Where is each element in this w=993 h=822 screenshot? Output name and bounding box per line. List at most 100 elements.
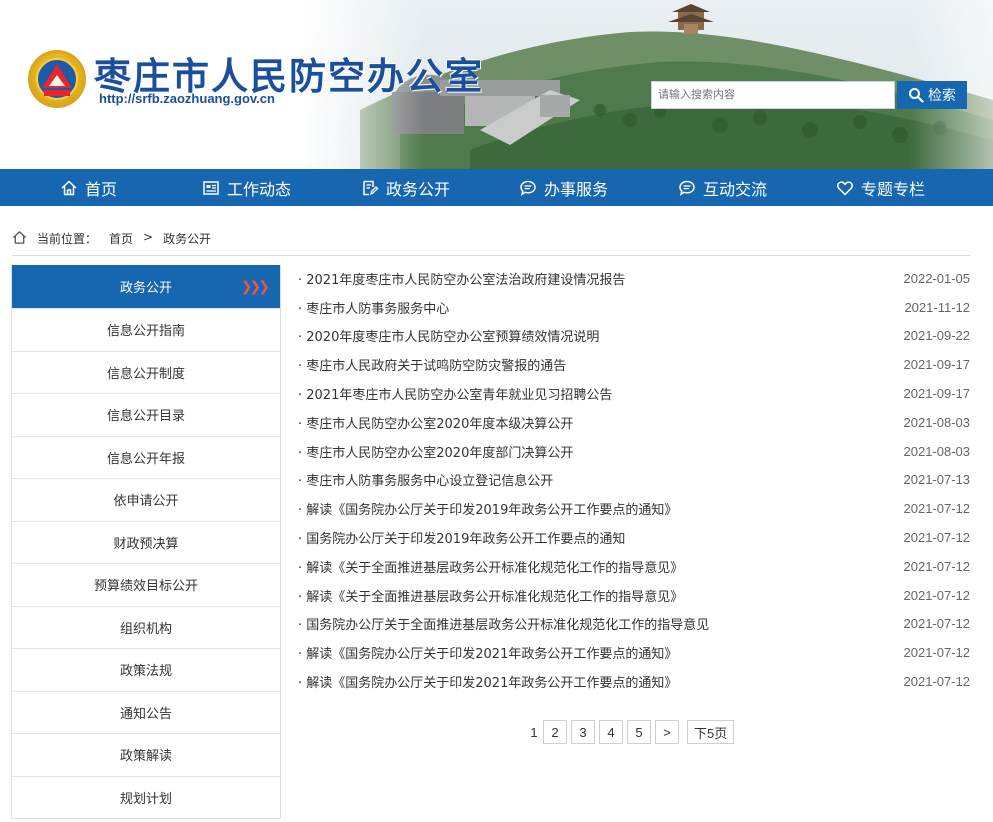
article-title-link[interactable]: · 国务院办公厅关于印发2019年政务公开工作要点的通知 [298, 528, 625, 547]
pagination-page-link[interactable]: 3 [571, 720, 595, 744]
article-row[interactable]: · 解读《国务院办公厅关于印发2021年政务公开工作要点的通知》 2021-07-… [298, 667, 970, 696]
article-row[interactable]: · 枣庄市人民政府关于试鸣防空防灾警报的通告 2021-09-17 [298, 350, 970, 379]
article-title-link[interactable]: · 解读《关于全面推进基层政务公开标准化规范化工作的指导意见》 [298, 586, 683, 605]
article-date: 2021-07-12 [903, 501, 971, 517]
newspaper-icon [203, 180, 219, 195]
article-title-link[interactable]: · 解读《关于全面推进基层政务公开标准化规范化工作的指导意见》 [298, 557, 683, 576]
sidebar: 政务公开 ❯❯❯ 信息公开指南 信息公开制度 信息公开目录 信息公开年报 依申请公开 财政… [11, 265, 281, 819]
article-date: 2021-07-12 [903, 674, 971, 690]
article-row[interactable]: · 国务院办公厅关于全面推进基层政务公开标准化规范化工作的指导意见 2021-07… [298, 610, 970, 639]
sidebar-active-label: 政务公开 [119, 281, 172, 296]
article-date: 2021-07-13 [903, 472, 971, 488]
article-date: 2021-07-12 [903, 587, 971, 603]
nav-item-interaction[interactable]: 互动交流 [678, 169, 767, 206]
header-banner: 枣庄市人民防空办公室 http://srfb.zaozhuang.gov.cn … [0, 0, 993, 169]
sidebar-item[interactable]: 依申请公开 [12, 478, 280, 521]
pagination-page-link[interactable]: 2 [543, 720, 567, 744]
pagination-next-5-button[interactable]: 下5页 [687, 720, 735, 744]
article-title-link[interactable]: · 解读《国务院办公厅关于印发2019年政务公开工作要点的通知》 [298, 499, 677, 518]
sidebar-item[interactable]: 政策解读 [12, 733, 280, 776]
article-row[interactable]: · 2020年度枣庄市人民防空办公室预算绩效情况说明 2021-09-22 [298, 322, 970, 351]
breadcrumb-separator: > [143, 230, 154, 244]
article-row[interactable]: · 解读《国务院办公厅关于印发2019年政务公开工作要点的通知》 2021-07-… [298, 494, 970, 523]
article-title-link[interactable]: · 枣庄市人防事务服务中心 [298, 298, 449, 317]
nav-item-government-affairs[interactable]: 政务公开 [361, 169, 450, 206]
article-date: 2021-07-12 [903, 616, 971, 632]
chat-bubble-icon [520, 180, 536, 196]
article-title-link[interactable]: · 枣庄市人民防空办公室2020年度本级决算公开 [298, 413, 573, 432]
search-button-label: 检索 [928, 88, 956, 104]
chat-bubble-icon [679, 180, 695, 196]
article-title-link[interactable]: · 解读《国务院办公厅关于印发2021年政务公开工作要点的通知》 [298, 643, 677, 662]
site-url: http://srfb.zaozhuang.gov.cn [99, 91, 275, 106]
pagination-page-link[interactable]: 4 [599, 720, 623, 744]
article-list: · 2021年度枣庄市人民防空办公室法治政府建设情况报告 2022-01-05 · … [298, 264, 970, 696]
pagination: 1 2 3 4 5 > 下5页 [529, 720, 735, 744]
search-button[interactable]: 检索 [897, 81, 967, 109]
nav-item-label: 专题专栏 [861, 179, 926, 199]
sidebar-item[interactable]: 信息公开年报 [12, 435, 280, 478]
search-input[interactable] [651, 81, 895, 109]
sidebar-item[interactable]: 信息公开制度 [12, 350, 280, 393]
home-icon [12, 231, 27, 244]
breadcrumb-prefix: 当前位置： [37, 232, 98, 246]
article-row[interactable]: · 2021年度枣庄市人民防空办公室法治政府建设情况报告 2022-01-05 [298, 264, 970, 293]
article-row[interactable]: · 2021年枣庄市人民防空办公室青年就业见习招聘公告 2021-09-17 [298, 379, 970, 408]
civil-air-defense-emblem-logo [28, 50, 86, 108]
pagination-current-page: 1 [530, 724, 538, 740]
article-row[interactable]: · 解读《国务院办公厅关于印发2021年政务公开工作要点的通知》 2021-07-… [298, 638, 970, 667]
sidebar-item[interactable]: 信息公开指南 [12, 308, 280, 351]
article-row[interactable]: · 解读《关于全面推进基层政务公开标准化规范化工作的指导意见》 2021-07-1… [298, 552, 970, 581]
sidebar-item[interactable]: 组织机构 [12, 605, 280, 648]
sidebar-item[interactable]: 规划计划 [12, 775, 280, 818]
article-title-link[interactable]: · 2021年度枣庄市人民防空办公室法治政府建设情况报告 [298, 269, 625, 288]
article-title-link[interactable]: · 枣庄市人防事务服务中心设立登记信息公开 [298, 470, 553, 489]
nav-item-services[interactable]: 办事服务 [519, 169, 608, 206]
article-row[interactable]: · 国务院办公厅关于印发2019年政务公开工作要点的通知 2021-07-12 [298, 523, 970, 552]
document-edit-icon [363, 180, 379, 195]
article-date: 2021-09-17 [903, 357, 971, 373]
article-row[interactable]: · 枣庄市人防事务服务中心 2021-11-12 [298, 293, 970, 322]
breadcrumb-current: 政务公开 [163, 232, 212, 246]
article-date: 2021-08-03 [903, 443, 971, 459]
breadcrumb: 当前位置： 首页 > 政务公开 [12, 228, 970, 256]
article-row[interactable]: · 枣庄市人民防空办公室2020年度部门决算公开 2021-08-03 [298, 437, 970, 466]
home-icon [61, 180, 77, 195]
article-row[interactable]: · 枣庄市人防事务服务中心设立登记信息公开 2021-07-13 [298, 466, 970, 495]
article-title-link[interactable]: · 枣庄市人民政府关于试鸣防空防灾警报的通告 [298, 355, 566, 374]
article-date: 2021-11-12 [904, 299, 970, 315]
article-row[interactable]: · 解读《关于全面推进基层政务公开标准化规范化工作的指导意见》 2021-07-1… [298, 581, 970, 610]
sidebar-item[interactable]: 预算绩效目标公开 [12, 563, 280, 606]
nav-item-label: 办事服务 [544, 179, 609, 199]
article-title-link[interactable]: · 解读《国务院办公厅关于印发2021年政务公开工作要点的通知》 [298, 672, 677, 691]
article-row[interactable]: · 枣庄市人民防空办公室2020年度本级决算公开 2021-08-03 [298, 408, 970, 437]
nav-item-home[interactable]: 首页 [60, 169, 117, 206]
nav-item-label: 工作动态 [227, 179, 292, 199]
article-date: 2021-07-12 [903, 558, 971, 574]
pagination-page-link[interactable]: 5 [627, 720, 651, 744]
nav-item-label: 政务公开 [386, 179, 451, 199]
sidebar-item[interactable]: 通知公告 [12, 690, 280, 733]
article-title-link[interactable]: · 2021年枣庄市人民防空办公室青年就业见习招聘公告 [298, 384, 612, 403]
article-date: 2021-09-17 [903, 386, 971, 402]
sidebar-item[interactable]: 财政预决算 [12, 520, 280, 563]
sidebar-item[interactable]: 政策法规 [12, 648, 280, 691]
sidebar-item[interactable]: 信息公开目录 [12, 393, 280, 436]
pagination-next-button[interactable]: > [655, 720, 679, 744]
nav-item-special-topics[interactable]: 专题专栏 [836, 169, 925, 206]
article-date: 2021-08-03 [903, 414, 971, 430]
nav-item-label: 互动交流 [703, 179, 768, 199]
article-title-link[interactable]: · 2020年度枣庄市人民防空办公室预算绩效情况说明 [298, 326, 599, 345]
article-title-link[interactable]: · 枣庄市人民防空办公室2020年度部门决算公开 [298, 442, 573, 461]
article-title-link[interactable]: · 国务院办公厅关于全面推进基层政务公开标准化规范化工作的指导意见 [298, 614, 709, 633]
article-date: 2021-07-12 [903, 645, 971, 661]
article-date: 2022-01-05 [903, 270, 971, 286]
article-date: 2021-09-22 [903, 328, 971, 344]
search-icon [909, 88, 924, 103]
breadcrumb-home-link[interactable]: 首页 [109, 230, 133, 247]
nav-item-label: 首页 [85, 179, 118, 199]
article-date: 2021-07-12 [903, 530, 971, 546]
sidebar-active-item[interactable]: 政务公开 ❯❯❯ [12, 265, 280, 308]
nav-item-work-news[interactable]: 工作动态 [202, 169, 291, 206]
main-nav: 首页 工作动态 政务公开 办事服务 互动交流 专题专栏 [0, 169, 993, 206]
